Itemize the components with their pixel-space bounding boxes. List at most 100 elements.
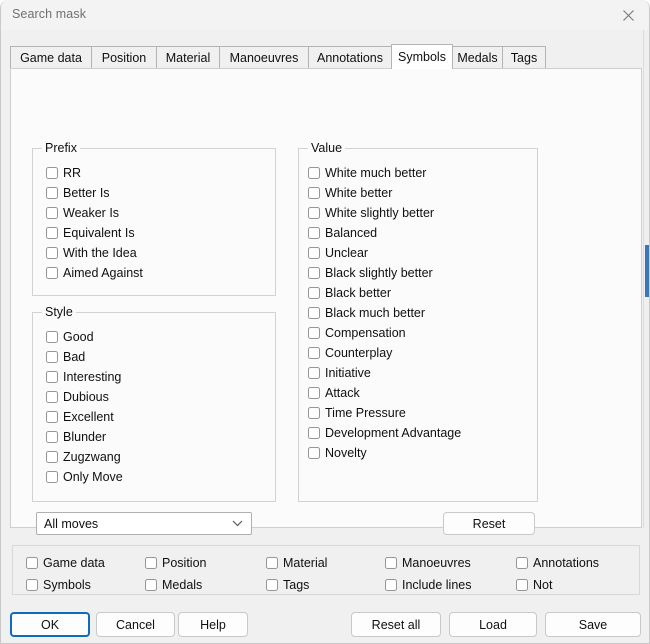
tab-tags[interactable]: Tags [502, 46, 546, 68]
value-checkbox-white-better[interactable]: White better [308, 183, 392, 203]
reset-button[interactable]: Reset [443, 512, 535, 535]
style-checkbox-good[interactable]: Good [46, 327, 94, 347]
value-checkbox-time-pressure[interactable]: Time Pressure [308, 403, 406, 423]
checkbox-box[interactable] [46, 187, 58, 199]
checkbox-box[interactable] [308, 247, 320, 259]
tab-medals[interactable]: Medals [452, 46, 503, 68]
checkbox-box[interactable] [308, 207, 320, 219]
checkbox-box[interactable] [308, 287, 320, 299]
value-checkbox-black-slightly-better[interactable]: Black slightly better [308, 263, 433, 283]
reset-all-button[interactable]: Reset all [351, 612, 441, 637]
checkbox-box[interactable] [46, 411, 58, 423]
value-checkbox-black-much-better[interactable]: Black much better [308, 303, 425, 323]
checkbox-box[interactable] [385, 579, 397, 591]
scope-checkbox-include-lines[interactable]: Include lines [385, 575, 472, 595]
style-checkbox-excellent[interactable]: Excellent [46, 407, 114, 427]
scope-checkbox-medals[interactable]: Medals [145, 575, 202, 595]
checkbox-box[interactable] [46, 267, 58, 279]
checkbox-box[interactable] [308, 327, 320, 339]
checkbox-box[interactable] [46, 451, 58, 463]
checkbox-box[interactable] [266, 557, 278, 569]
style-checkbox-only-move[interactable]: Only Move [46, 467, 123, 487]
value-checkbox-development-advantage[interactable]: Development Advantage [308, 423, 461, 443]
scope-checkbox-symbols[interactable]: Symbols [26, 575, 91, 595]
checkbox-box[interactable] [308, 267, 320, 279]
prefix-checkbox-weaker-is[interactable]: Weaker Is [46, 203, 119, 223]
prefix-checkbox-rr[interactable]: RR [46, 163, 81, 183]
value-checkbox-attack[interactable]: Attack [308, 383, 360, 403]
scope-checkbox-game-data[interactable]: Game data [26, 553, 105, 573]
value-checkbox-unclear[interactable]: Unclear [308, 243, 368, 263]
scope-checkbox-material[interactable]: Material [266, 553, 327, 573]
style-checkbox-interesting[interactable]: Interesting [46, 367, 121, 387]
checkbox-box[interactable] [46, 471, 58, 483]
checkbox-box[interactable] [46, 227, 58, 239]
scope-checkbox-position[interactable]: Position [145, 553, 206, 573]
scope-checkbox-manoeuvres[interactable]: Manoeuvres [385, 553, 471, 573]
checkbox-box[interactable] [46, 331, 58, 343]
chevron-down-icon [232, 513, 243, 534]
value-checkbox-counterplay[interactable]: Counterplay [308, 343, 392, 363]
checkbox-box[interactable] [46, 207, 58, 219]
value-checkbox-black-better[interactable]: Black better [308, 283, 391, 303]
value-checkbox-white-slightly-better[interactable]: White slightly better [308, 203, 434, 223]
prefix-checkbox-equivalent-is[interactable]: Equivalent Is [46, 223, 135, 243]
tab-position[interactable]: Position [91, 46, 157, 68]
checkbox-box[interactable] [145, 557, 157, 569]
tab-material[interactable]: Material [156, 46, 220, 68]
value-checkbox-balanced[interactable]: Balanced [308, 223, 377, 243]
checkbox-box[interactable] [46, 391, 58, 403]
checkbox-box[interactable] [308, 407, 320, 419]
style-checkbox-blunder[interactable]: Blunder [46, 427, 106, 447]
checkbox-box[interactable] [46, 247, 58, 259]
checkbox-label: Black better [325, 286, 392, 300]
ok-button[interactable]: OK [10, 612, 90, 637]
tab-game-data[interactable]: Game data [10, 46, 92, 68]
value-checkbox-white-much-better[interactable]: White much better [308, 163, 426, 183]
value-checkbox-initiative[interactable]: Initiative [308, 363, 371, 383]
scope-checkbox-tags[interactable]: Tags [266, 575, 309, 595]
checkbox-box[interactable] [308, 447, 320, 459]
style-checkbox-dubious[interactable]: Dubious [46, 387, 109, 407]
checkbox-box[interactable] [308, 347, 320, 359]
checkbox-box[interactable] [516, 557, 528, 569]
checkbox-box[interactable] [516, 579, 528, 591]
tab-manoeuvres[interactable]: Manoeuvres [219, 46, 309, 68]
checkbox-box[interactable] [308, 387, 320, 399]
checkbox-box[interactable] [46, 351, 58, 363]
value-checkbox-novelty[interactable]: Novelty [308, 443, 367, 463]
prefix-checkbox-aimed-against[interactable]: Aimed Against [46, 263, 143, 283]
scope-checkbox-annotations[interactable]: Annotations [516, 553, 599, 573]
prefix-checkbox-with-the-idea[interactable]: With the Idea [46, 243, 137, 263]
search-scope-panel: Game data Position Material Manoeuvres Annot… [12, 545, 640, 595]
prefix-checkbox-better-is[interactable]: Better Is [46, 183, 110, 203]
style-checkbox-zugzwang[interactable]: Zugzwang [46, 447, 121, 467]
scope-checkbox-not[interactable]: Not [516, 575, 552, 595]
value-checkbox-compensation[interactable]: Compensation [308, 323, 406, 343]
cancel-button[interactable]: Cancel [96, 612, 175, 637]
tab-symbols[interactable]: Symbols [391, 44, 453, 69]
load-button[interactable]: Load [449, 612, 537, 637]
checkbox-label: White better [325, 186, 393, 200]
checkbox-box[interactable] [308, 227, 320, 239]
checkbox-box[interactable] [26, 579, 38, 591]
checkbox-box[interactable] [46, 167, 58, 179]
checkbox-box[interactable] [308, 427, 320, 439]
checkbox-box[interactable] [308, 167, 320, 179]
checkbox-box[interactable] [385, 557, 397, 569]
checkbox-box[interactable] [308, 307, 320, 319]
moves-select[interactable]: All moves [36, 512, 252, 535]
checkbox-box[interactable] [266, 579, 278, 591]
checkbox-box[interactable] [145, 579, 157, 591]
checkbox-box[interactable] [46, 371, 58, 383]
checkbox-box[interactable] [308, 367, 320, 379]
checkbox-box[interactable] [308, 187, 320, 199]
background-scrollbar-thumb[interactable] [645, 245, 649, 297]
help-button[interactable]: Help [178, 612, 248, 637]
save-button[interactable]: Save [545, 612, 641, 637]
close-icon[interactable] [606, 0, 649, 30]
checkbox-box[interactable] [46, 431, 58, 443]
style-checkbox-bad[interactable]: Bad [46, 347, 85, 367]
tab-annotations[interactable]: Annotations [308, 46, 392, 68]
checkbox-box[interactable] [26, 557, 38, 569]
